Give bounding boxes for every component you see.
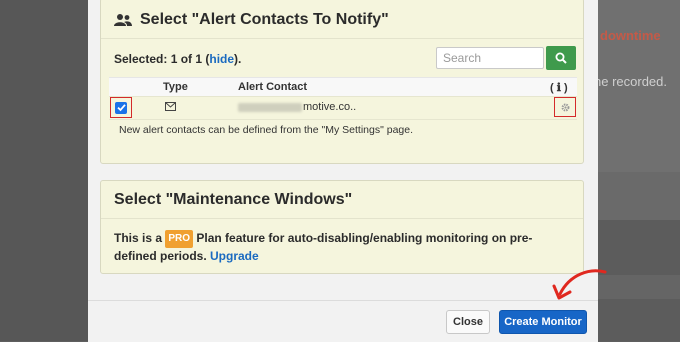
annotation-arrow-icon: [552, 269, 607, 300]
background-band-2: [598, 172, 680, 220]
alert-contacts-panel: Select "Alert Contacts To Notify" Select…: [100, 0, 584, 164]
selected-prefix: Selected: 1 of 1 (: [114, 52, 210, 66]
table-row: motive.co..: [109, 96, 577, 120]
checkmark-icon: [116, 104, 126, 112]
maintenance-windows-title: Select "Maintenance Windows": [114, 191, 353, 208]
search-input[interactable]: [436, 47, 544, 69]
search-button[interactable]: [546, 46, 576, 70]
create-monitor-button[interactable]: Create Monitor: [499, 310, 587, 334]
email-redaction: [238, 102, 302, 112]
column-type: Type: [163, 81, 188, 93]
panel-divider: [101, 38, 583, 39]
pro-badge: PRO: [165, 230, 194, 248]
alert-contacts-hint: New alert contacts can be defined from t…: [119, 124, 414, 136]
column-info: ( ℹ ): [550, 82, 568, 94]
search-icon: [555, 52, 567, 64]
selected-suffix: ).: [234, 52, 242, 66]
table-header: Type Alert Contact ( ℹ ): [109, 77, 577, 96]
new-monitor-modal: Select "Alert Contacts To Notify" Select…: [88, 0, 598, 342]
email-visible-part: motive.co..: [303, 101, 357, 113]
alert-contacts-table: Type Alert Contact ( ℹ ) motive.co..: [109, 77, 577, 120]
panel-divider: [101, 218, 583, 219]
gear-icon[interactable]: [560, 102, 571, 113]
background-overlay-left: [0, 0, 88, 341]
upgrade-link[interactable]: Upgrade: [210, 249, 259, 263]
row-checkbox-highlight[interactable]: [110, 97, 132, 118]
users-icon: [114, 14, 132, 26]
maintenance-text-before: This is a: [114, 231, 166, 245]
background-recorded-text: ne recorded.: [594, 74, 667, 89]
hide-link[interactable]: hide: [209, 52, 234, 66]
maintenance-windows-panel: Select "Maintenance Windows" This is a P…: [100, 180, 584, 274]
envelope-icon: [165, 102, 176, 114]
alert-contacts-title-text: Select "Alert Contacts To Notify": [140, 11, 389, 28]
column-alert-contact: Alert Contact: [238, 81, 308, 93]
alert-contacts-title: Select "Alert Contacts To Notify": [114, 11, 389, 29]
close-button[interactable]: Close: [446, 310, 490, 334]
selected-count: Selected: 1 of 1 (hide).: [114, 52, 241, 66]
row-settings-highlight[interactable]: [554, 97, 576, 117]
alert-contact-email: motive.co..: [238, 101, 356, 113]
row-checkbox[interactable]: [115, 101, 127, 114]
modal-footer: Close Create Monitor: [88, 300, 598, 342]
background-downtime-text: downtime: [600, 28, 661, 43]
maintenance-description: This is a PRO Plan feature for auto-disa…: [114, 230, 554, 264]
